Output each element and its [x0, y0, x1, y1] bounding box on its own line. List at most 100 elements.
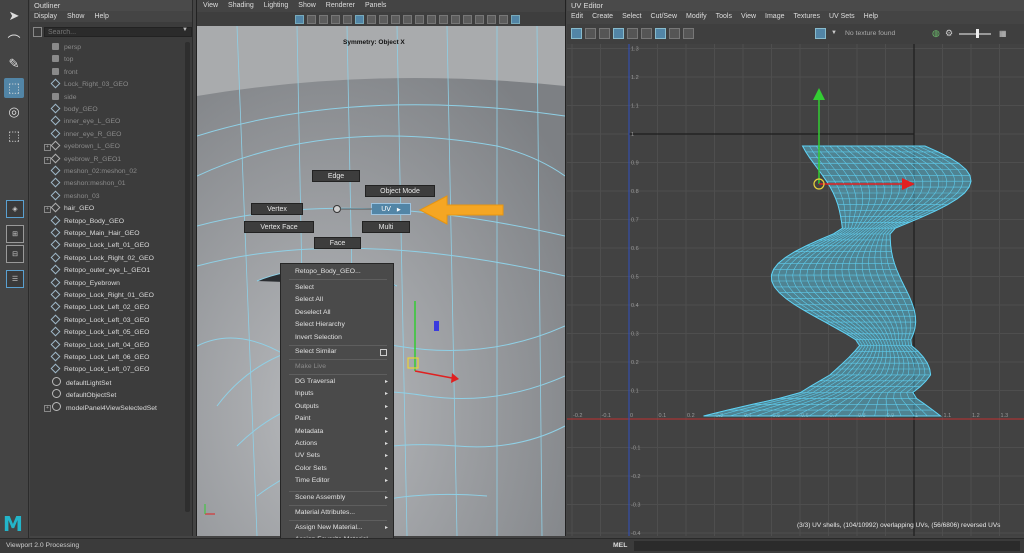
- smooth-shade-icon[interactable]: [307, 14, 316, 24]
- four-view-layout-icon[interactable]: ⊞: [6, 225, 24, 243]
- depth-of-field-icon[interactable]: [391, 14, 400, 24]
- uv-pixel-snap-icon[interactable]: [655, 28, 666, 39]
- texture-dropdown[interactable]: No texture found: [845, 30, 895, 37]
- outliner-item[interactable]: Retopo_Lock_Right_02_GEO: [50, 252, 154, 265]
- wireframe-toggle-icon[interactable]: [295, 14, 304, 24]
- mel-label[interactable]: MEL: [613, 542, 627, 549]
- outliner-menu-help[interactable]: Help: [94, 11, 108, 22]
- shadows-icon[interactable]: [343, 14, 352, 24]
- context-menu-submenu-item[interactable]: Inputs: [295, 390, 314, 397]
- viewport-menu-panels[interactable]: Panels: [365, 0, 386, 12]
- marking-menu-uv[interactable]: UV ▶: [371, 203, 411, 215]
- outliner-menu-show[interactable]: Show: [67, 11, 85, 22]
- lasso-tool-icon[interactable]: ⌒: [4, 30, 24, 50]
- uv-menu-textures[interactable]: Textures: [794, 11, 820, 22]
- uv-distortion-icon[interactable]: [585, 28, 596, 39]
- outliner-item[interactable]: eyebrown_L_GEO: [50, 140, 120, 153]
- move-tool-icon[interactable]: ⬚: [4, 78, 24, 98]
- outliner-scrollbar[interactable]: [185, 42, 190, 512]
- uv-menu-view[interactable]: View: [741, 11, 756, 22]
- marking-menu-vertex[interactable]: Vertex: [251, 203, 303, 215]
- outliner-item[interactable]: persp: [52, 42, 81, 54]
- outliner-search-input[interactable]: [44, 27, 192, 37]
- texture-display-icon[interactable]: [815, 28, 826, 39]
- mel-command-input[interactable]: [634, 541, 1020, 551]
- resolution-gate-icon[interactable]: [475, 14, 484, 24]
- viewport-menu-lighting[interactable]: Lighting: [264, 0, 289, 12]
- context-menu-assign-new-material[interactable]: Assign New Material...: [295, 524, 363, 531]
- safe-action-icon[interactable]: [499, 14, 508, 24]
- outliner-menu-display[interactable]: Display: [34, 11, 57, 22]
- outliner-item[interactable]: Retopo_Lock_Left_07_GEO: [50, 363, 149, 376]
- rotate-tool-icon[interactable]: ◎: [4, 102, 24, 122]
- context-menu-item[interactable]: Select Hierarchy: [295, 321, 345, 328]
- context-menu-title[interactable]: Retopo_Body_GEO...: [295, 268, 361, 275]
- uv-borders-icon[interactable]: [627, 28, 638, 39]
- context-menu-submenu-item[interactable]: Outputs: [295, 403, 319, 410]
- uv-menu-modify[interactable]: Modify: [686, 11, 707, 22]
- uv-canvas[interactable]: -0.2 -0.1 0 0.1 0.2 0.3 0.4 0.5 0.6 0.7 0.8 0.9 1 1.1…: [567, 44, 1024, 536]
- grid-icon[interactable]: [427, 14, 436, 24]
- viewport-menu-view[interactable]: View: [203, 0, 218, 12]
- outliner-item[interactable]: Retopo_Lock_Left_01_GEO: [50, 239, 149, 252]
- context-menu-submenu-item[interactable]: Actions: [295, 440, 317, 447]
- paint-select-tool-icon[interactable]: ✎: [4, 54, 24, 74]
- uv-checker-icon[interactable]: [599, 28, 610, 39]
- outliner-item[interactable]: meshon:meshon_01: [50, 177, 126, 190]
- outliner-item[interactable]: top: [52, 54, 73, 66]
- uv-shaded-icon[interactable]: [613, 28, 624, 39]
- field-chart-icon[interactable]: [487, 14, 496, 24]
- context-menu-submenu-item[interactable]: Paint: [295, 415, 311, 422]
- context-menu-submenu-item[interactable]: UV Sets: [295, 452, 320, 459]
- two-view-layout-icon[interactable]: ⊟: [6, 245, 24, 263]
- isolate-select-icon[interactable]: [403, 14, 412, 24]
- exposure-slider-handle[interactable]: [976, 29, 979, 38]
- outliner-item[interactable]: defaultObjectSet: [52, 389, 116, 401]
- viewport-maximize-icon[interactable]: [511, 14, 520, 24]
- outliner-item[interactable]: Retopo_Lock_Left_05_GEO: [50, 326, 149, 339]
- outliner-item[interactable]: Retopo_Lock_Left_03_GEO: [50, 314, 149, 327]
- outliner-item[interactable]: meshon_02:meshon_02: [50, 165, 137, 178]
- context-menu-submenu-item[interactable]: Time Editor: [295, 477, 330, 484]
- scale-tool-icon[interactable]: ⬚: [4, 126, 24, 146]
- outliner-item[interactable]: defaultLightSet: [52, 376, 111, 389]
- globe-icon[interactable]: ◍: [932, 28, 940, 39]
- uv-menu-select[interactable]: Select: [622, 11, 641, 22]
- antialias-icon[interactable]: [379, 14, 388, 24]
- uv-menu-help[interactable]: Help: [864, 11, 878, 22]
- outliner-item[interactable]: front: [52, 67, 78, 79]
- viewport-menu-renderer[interactable]: Renderer: [326, 0, 355, 12]
- outliner-item[interactable]: Retopo_Lock_Left_06_GEO: [50, 351, 149, 364]
- context-menu-material-attributes[interactable]: Material Attributes...: [295, 509, 355, 516]
- context-menu-submenu-item[interactable]: Color Sets: [295, 465, 327, 472]
- context-menu-item[interactable]: Invert Selection: [295, 334, 342, 341]
- outliner-item[interactable]: Retopo_Lock_Left_02_GEO: [50, 301, 149, 314]
- uv-menu-tools[interactable]: Tools: [716, 11, 732, 22]
- textured-icon[interactable]: [319, 14, 328, 24]
- uv-image-icon[interactable]: [683, 28, 694, 39]
- uv-dim-image-icon[interactable]: [669, 28, 680, 39]
- marking-menu-face[interactable]: Face: [314, 237, 361, 249]
- uv-toolkit-icon[interactable]: [571, 28, 582, 39]
- viewport-menu-shading[interactable]: Shading: [228, 0, 254, 12]
- context-menu-select-similar[interactable]: Select Similar: [295, 348, 337, 355]
- context-menu-item[interactable]: Select: [295, 284, 314, 291]
- option-box-icon[interactable]: [380, 349, 387, 356]
- xray-icon[interactable]: [355, 14, 364, 24]
- outliner-item[interactable]: body_GEO: [50, 103, 98, 116]
- marking-menu-multi[interactable]: Multi: [362, 221, 410, 233]
- outliner-item[interactable]: Retopo_Eyebrown: [50, 277, 120, 290]
- uv-menu-uv-sets[interactable]: UV Sets: [829, 11, 855, 22]
- lights-icon[interactable]: [331, 14, 340, 24]
- outliner-item[interactable]: Retopo_Main_Hair_GEO: [50, 227, 140, 240]
- gear-icon[interactable]: ⚙: [945, 28, 953, 39]
- gate-mask-icon[interactable]: [415, 14, 424, 24]
- select-tool-icon[interactable]: ➤: [4, 6, 24, 26]
- expand-toggle-icon[interactable]: +: [44, 404, 51, 412]
- uv-grid-icon[interactable]: [641, 28, 652, 39]
- filter-icon[interactable]: [33, 27, 42, 37]
- camera-attributes-icon[interactable]: [439, 14, 448, 24]
- outliner-layout-icon[interactable]: ☰: [6, 270, 24, 288]
- outliner-item[interactable]: meshon_03: [50, 190, 100, 203]
- uv-menu-cut-sew[interactable]: Cut/Sew: [651, 11, 677, 22]
